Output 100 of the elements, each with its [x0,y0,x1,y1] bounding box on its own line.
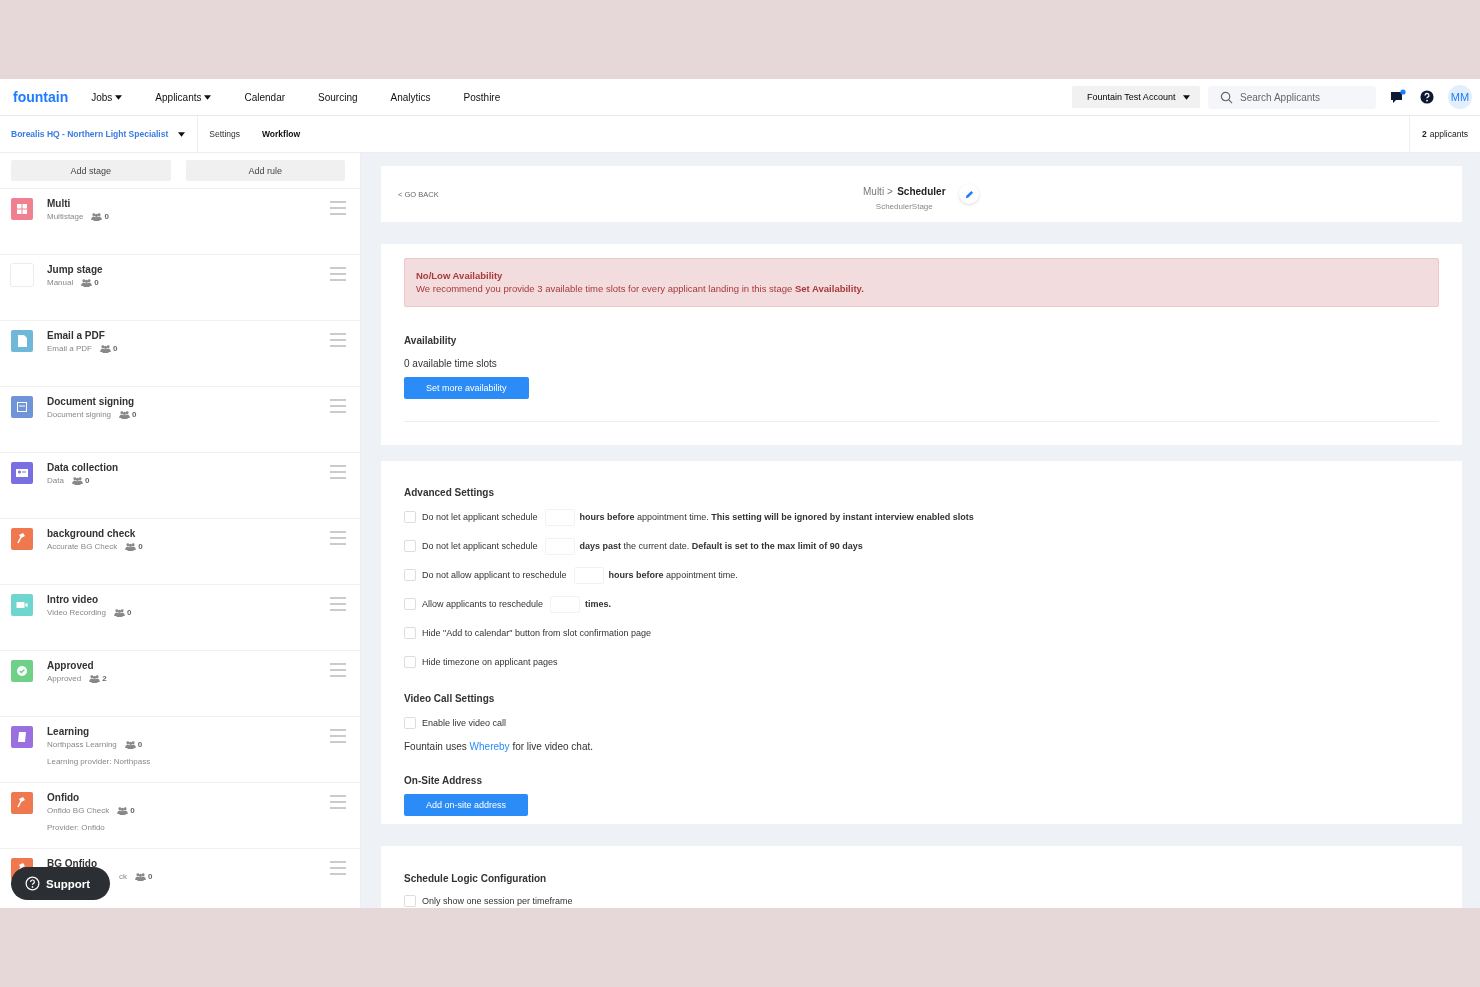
caret-icon[interactable] [178,131,186,137]
logo[interactable]: fountain [13,89,69,105]
chat-icon[interactable] [1390,89,1406,105]
applicant-count: 0 [132,410,137,419]
stage-item[interactable]: background check Accurate BG Check 0 [0,518,360,584]
people-icon [114,608,125,617]
alert-message: We recommend you provide 3 available time slots for every applicant landing in this stage Set Availability. [416,283,865,294]
caret-icon [1183,94,1190,100]
account-dropdown[interactable]: Fountain Test Account [1072,86,1200,108]
people-icon [125,542,137,551]
checkbox[interactable] [404,569,416,581]
setting-label: Do not let applicant schedule [422,541,538,551]
add-button[interactable]: Add stage [11,160,171,181]
stage-note: Learning provider: Northpass [47,757,152,766]
nav-link[interactable]: Calendar [244,91,286,103]
drag-handle-icon[interactable] [330,465,346,479]
job-selector[interactable]: Borealis HQ - Northern Light Specialist [11,129,169,139]
drag-handle-icon[interactable] [330,201,346,215]
stage-title: Multi [47,198,72,209]
alert-title: No/Low Availability [416,270,504,281]
setting-label: Hide timezone on applicant pages [422,657,558,667]
stage-item[interactable]: Data collection Data 0 [0,452,360,518]
stage-title: BG Onfido [47,858,98,869]
setting-label: Hide "Add to calendar" button from slot confirmation page [422,628,652,638]
add-button[interactable]: Add rule [185,160,345,181]
pencil-icon [964,189,974,199]
drag-handle-icon[interactable] [330,861,346,875]
setting-label: Enable live video call [422,718,507,728]
nav-link[interactable]: Posthire [463,91,501,103]
applicant-count: 2 [102,674,107,683]
nav-link[interactable]: Jobs [91,91,123,103]
stage-type: Manual [47,278,74,287]
edit-button[interactable] [959,184,979,204]
applicant-count: 0 [94,278,99,287]
stage-type: Accurate BG Check [47,542,118,551]
stage-type: Onfido BG Check [47,806,110,815]
drag-handle-icon[interactable] [330,597,346,611]
stage-type: Northpass Learning [47,740,117,749]
applicant-count: 0 [104,212,109,221]
setting-label: Do not allow applicant to reschedule [422,570,567,580]
stage-item[interactable]: Jump stage Manual 0 [0,254,360,320]
people-icon [119,410,131,419]
search-field[interactable]: Search Applicants [1208,85,1376,109]
drag-handle-icon[interactable] [330,663,346,677]
caret-icon [204,94,212,100]
stage-title: Email a PDF [47,330,106,341]
caret-icon [115,94,123,100]
checkbox[interactable] [404,895,416,907]
stage-type: Data [47,476,64,485]
slot-count: 0 available time slots [404,358,498,369]
stage-item[interactable]: Email a PDF Email a PDF 0 [0,320,360,386]
people-icon [99,344,111,353]
checkbox[interactable] [404,656,416,668]
section-heading: Schedule Logic Configuration [404,873,548,884]
stage-title: Jump stage [47,264,104,275]
people-icon [89,674,101,683]
setting-label: hours before appointment time. [608,570,738,580]
stage-type: Video Recording [47,608,106,617]
checkbox[interactable] [404,598,416,610]
stage-title: Document signing [47,396,136,407]
applicant-count: 0 [130,806,135,815]
applicant-count: 0 [138,542,143,551]
whereby-link[interactable]: Whereby [469,741,510,752]
tab[interactable]: Workflow [251,129,312,139]
drag-handle-icon[interactable] [330,795,346,809]
setting-label: days past the current date. Default is set to the max limit of 90 days [579,541,863,551]
support-button[interactable]: Support [11,867,110,900]
stage-title: Onfido [47,792,81,803]
setting-label: Only show one session per timeframe [422,896,573,906]
stage-type: SchedulerStage [875,202,933,211]
checkbox[interactable] [404,717,416,729]
stage-title: Learning [47,726,91,737]
stage-item[interactable]: Approved Approved 2 [0,650,360,716]
applicant-count: 0 [127,608,132,617]
drag-handle-icon[interactable] [330,267,346,281]
applicant-count: 0 [84,476,90,485]
tab[interactable]: Settings [198,129,251,139]
drag-handle-icon[interactable] [330,729,346,743]
drag-handle-icon[interactable] [330,399,346,413]
applicant-count: 0 [148,872,153,881]
stage-title: Intro video [47,594,100,605]
stage-note: Provider: Onfido [47,823,106,832]
nav-link[interactable]: Sourcing [318,91,358,103]
checkbox[interactable] [404,540,416,552]
checkbox[interactable] [404,627,416,639]
breadcrumb-parent[interactable]: Multi > [863,186,893,197]
drag-handle-icon[interactable] [330,531,346,545]
stage-item[interactable]: Document signing Document signing 0 [0,386,360,452]
nav-link[interactable]: Analytics [390,91,431,103]
stage-item[interactable]: Learning Northpass Learning 0 Learning provider: Northpass [0,716,360,782]
stage-item[interactable]: Onfido Onfido BG Check 0 Provider: Onfido [0,782,360,848]
people-icon [91,212,103,221]
setting-label: Allow applicants to reschedule [422,599,544,609]
stage-item[interactable]: Multi Multistage 0 [0,188,360,254]
nav-link[interactable]: Applicants [155,91,212,103]
drag-handle-icon[interactable] [330,333,346,347]
section-heading: Availability [404,335,458,346]
checkbox[interactable] [404,511,416,523]
help-icon[interactable] [1420,90,1434,104]
stage-item[interactable]: Intro video Video Recording 0 [0,584,360,650]
